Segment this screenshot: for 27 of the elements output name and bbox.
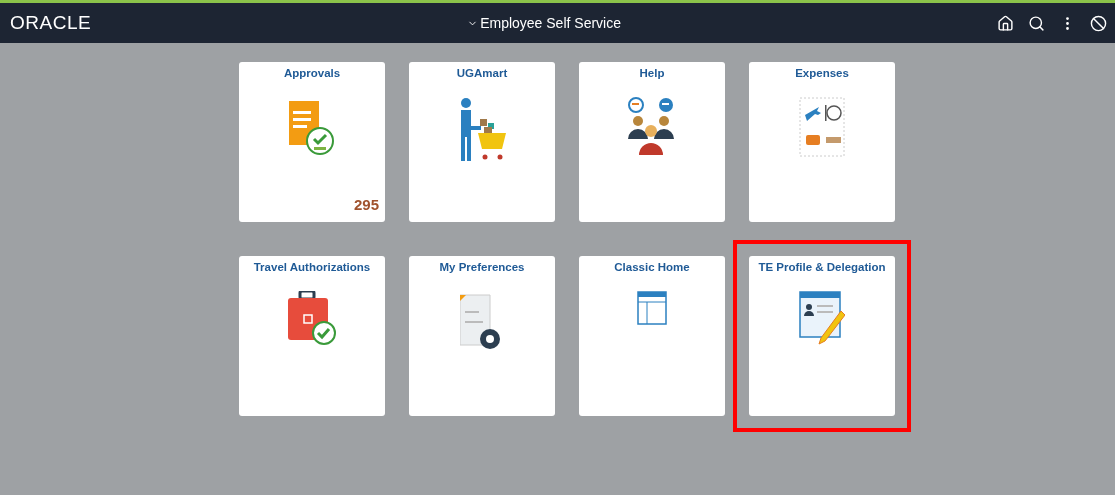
tile-title: Classic Home [614,261,690,273]
tile-title: Approvals [283,67,341,79]
app-tile[interactable]: Travel Authorizations [239,256,385,416]
tile-title: TE Profile & Delegation [758,261,886,273]
pending-count: 295 [353,196,379,213]
tile-title: UGAmart [456,67,508,79]
tile-title: My Preferences [439,261,525,273]
window-layout-icon [637,291,667,325]
app-tile[interactable]: Help [579,62,725,222]
tile-title: Help [639,67,665,79]
app-tile[interactable]: Approvals 295 [239,62,385,222]
page-title-dropdown[interactable]: Employee Self Service [467,15,621,31]
app-tile[interactable]: TE Profile & Delegation [749,256,895,416]
logo: ORACLE [10,12,92,34]
search-icon[interactable] [1028,14,1045,32]
person-with-cart-icon [458,97,506,163]
app-tile[interactable]: Expenses [749,62,895,222]
circle-slash-icon[interactable] [1090,14,1107,32]
tile-title: Expenses [795,67,849,79]
tile-title: Travel Authorizations [253,261,371,273]
travel-expense-icons [799,97,845,157]
home-icon[interactable] [997,14,1014,32]
app-tile[interactable]: Classic Home [579,256,725,416]
profile-card-pencil-icon [799,291,845,345]
app-tile[interactable]: My Preferences [409,256,555,416]
briefcase-check-icon [288,291,336,347]
app-tile[interactable]: UGAmart [409,62,555,222]
